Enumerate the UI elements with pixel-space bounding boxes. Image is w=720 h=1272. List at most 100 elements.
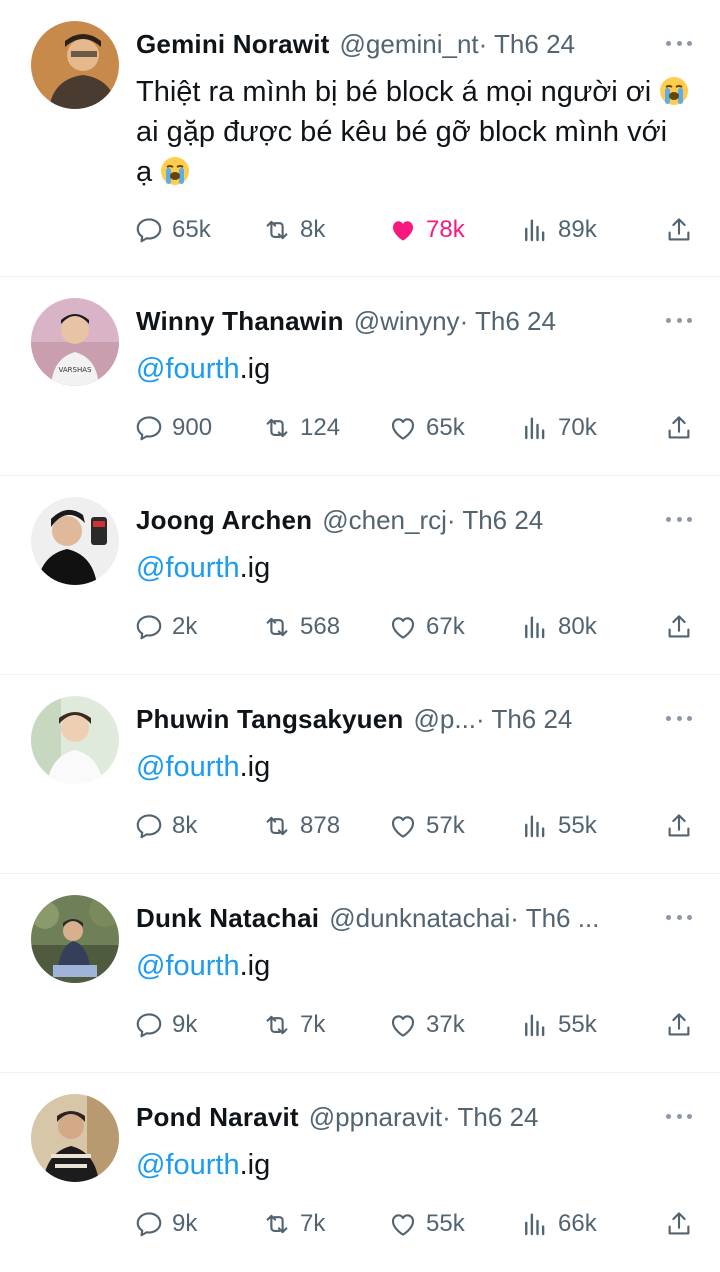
share-button[interactable]	[664, 1204, 694, 1244]
display-name[interactable]: Pond Naravit	[136, 1102, 299, 1133]
tweet-actions: 900 124 65k 70k	[134, 408, 694, 448]
timestamp[interactable]: · Th6 24	[442, 1102, 538, 1133]
share-button[interactable]	[664, 806, 694, 846]
retweet-count: 124	[300, 414, 341, 441]
tweet-actions: 65k 8k 78k 89k	[134, 210, 694, 250]
views-button[interactable]: 55k	[520, 806, 597, 846]
retweet-count: 8k	[300, 216, 326, 243]
mention-link[interactable]: @fourth	[136, 950, 240, 982]
avatar[interactable]	[31, 21, 119, 109]
retweet-button[interactable]: 8k	[262, 210, 325, 250]
like-button[interactable]: 37k	[388, 1005, 465, 1045]
tweet[interactable]: Dunk Natachai @dunknatachai · Th6 ... @f…	[0, 874, 720, 1073]
share-button[interactable]	[664, 408, 694, 448]
avatar[interactable]	[31, 497, 119, 585]
like-button[interactable]: 78k	[388, 210, 465, 250]
user-handle[interactable]: @gemini_nt	[340, 29, 479, 60]
tweet[interactable]: VARSHAS Winny Thanawin @winyny · Th6 24 …	[0, 277, 720, 476]
retweet-button[interactable]: 7k	[262, 1204, 325, 1244]
avatar[interactable]	[31, 1094, 119, 1182]
share-button[interactable]	[664, 1005, 694, 1045]
more-options-icon[interactable]	[666, 1107, 692, 1125]
retweet-button[interactable]: 878	[262, 806, 340, 846]
views-button[interactable]: 66k	[520, 1204, 597, 1244]
tweet-actions: 8k 878 57k 55k	[134, 806, 694, 846]
timestamp[interactable]: · Th6 24	[447, 505, 543, 536]
retweet-button[interactable]: 568	[262, 607, 340, 647]
timeline: Gemini Norawit @gemini_nt · Th6 24 Thiệt…	[0, 0, 720, 1272]
avatar[interactable]	[31, 696, 119, 784]
reply-count: 9k	[172, 1210, 198, 1237]
user-handle[interactable]: @ppnaravit	[309, 1102, 442, 1133]
retweet-button[interactable]: 7k	[262, 1005, 325, 1045]
more-options-icon[interactable]	[666, 908, 692, 926]
like-button[interactable]: 65k	[388, 408, 465, 448]
retweet-icon	[266, 816, 288, 836]
timestamp[interactable]: · Th6 24	[479, 29, 575, 60]
more-options-icon[interactable]	[666, 34, 692, 52]
like-button[interactable]: 57k	[388, 806, 465, 846]
display-name[interactable]: Winny Thanawin	[136, 306, 344, 337]
views-button[interactable]: 55k	[520, 1005, 597, 1045]
views-count: 66k	[558, 1210, 597, 1237]
mention-link[interactable]: @fourth	[136, 1149, 240, 1181]
display-name[interactable]: Gemini Norawit	[136, 29, 330, 60]
retweet-button[interactable]: 124	[262, 408, 340, 448]
display-name[interactable]: Phuwin Tangsakyuen	[136, 704, 404, 735]
more-options-icon[interactable]	[666, 510, 692, 528]
timestamp[interactable]: · Th6 ...	[510, 903, 599, 934]
retweet-icon	[266, 220, 288, 240]
views-count: 55k	[558, 1011, 597, 1038]
tweet-text-part: Thiệt ra mình bị bé block á mọi người ơi	[136, 76, 660, 108]
reply-count: 2k	[172, 613, 198, 640]
reply-button[interactable]: 8k	[134, 806, 197, 846]
views-button[interactable]: 89k	[520, 210, 597, 250]
user-handle[interactable]: @chen_rcj	[322, 505, 447, 536]
more-options-icon[interactable]	[666, 311, 692, 329]
user-handle[interactable]: @p...	[414, 704, 477, 735]
share-icon	[668, 416, 690, 439]
retweet-icon	[266, 1015, 288, 1035]
reply-button[interactable]: 65k	[134, 210, 211, 250]
reply-icon	[136, 1212, 162, 1237]
share-button[interactable]	[664, 607, 694, 647]
views-count: 70k	[558, 414, 597, 441]
timestamp[interactable]: · Th6 24	[476, 704, 572, 735]
like-count: 37k	[426, 1011, 465, 1038]
reply-button[interactable]: 9k	[134, 1005, 197, 1045]
views-count: 80k	[558, 613, 597, 640]
retweet-icon	[266, 418, 288, 438]
display-name[interactable]: Joong Archen	[136, 505, 312, 536]
more-options-icon[interactable]	[666, 709, 692, 727]
display-name[interactable]: Dunk Natachai	[136, 903, 319, 934]
share-button[interactable]	[664, 210, 694, 250]
mention-link[interactable]: @fourth	[136, 353, 240, 385]
views-button[interactable]: 80k	[520, 607, 597, 647]
user-handle[interactable]: @dunknatachai	[329, 903, 510, 934]
tweet-actions: 2k 568 67k 80k	[134, 607, 694, 647]
reply-count: 900	[172, 414, 213, 441]
tweet[interactable]: Phuwin Tangsakyuen @p... · Th6 24 @fourt…	[0, 675, 720, 874]
mention-link[interactable]: @fourth	[136, 552, 240, 584]
tweet-text-suffix: .ig	[239, 950, 271, 982]
tweet[interactable]: Gemini Norawit @gemini_nt · Th6 24 Thiệt…	[0, 0, 720, 277]
timestamp[interactable]: · Th6 24	[460, 306, 556, 337]
views-count: 89k	[558, 216, 597, 243]
reply-button[interactable]: 900	[134, 408, 212, 448]
tweet[interactable]: Pond Naravit @ppnaravit · Th6 24 @fourth…	[0, 1073, 720, 1272]
avatar[interactable]: VARSHAS	[31, 298, 119, 386]
mention-link[interactable]: @fourth	[136, 751, 240, 783]
heart-icon	[391, 617, 415, 639]
avatar[interactable]	[31, 895, 119, 983]
share-icon	[668, 814, 690, 837]
tweet-text: Thiệt ra mình bị bé block á mọi người ơi…	[136, 72, 690, 192]
reply-button[interactable]: 9k	[134, 1204, 197, 1244]
reply-button[interactable]: 2k	[134, 607, 197, 647]
user-handle[interactable]: @winyny	[354, 306, 460, 337]
heart-icon	[391, 1214, 415, 1236]
like-button[interactable]: 67k	[388, 607, 465, 647]
views-button[interactable]: 70k	[520, 408, 597, 448]
like-count: 67k	[426, 613, 465, 640]
like-button[interactable]: 55k	[388, 1204, 465, 1244]
tweet[interactable]: Joong Archen @chen_rcj · Th6 24 @fourth.…	[0, 476, 720, 675]
